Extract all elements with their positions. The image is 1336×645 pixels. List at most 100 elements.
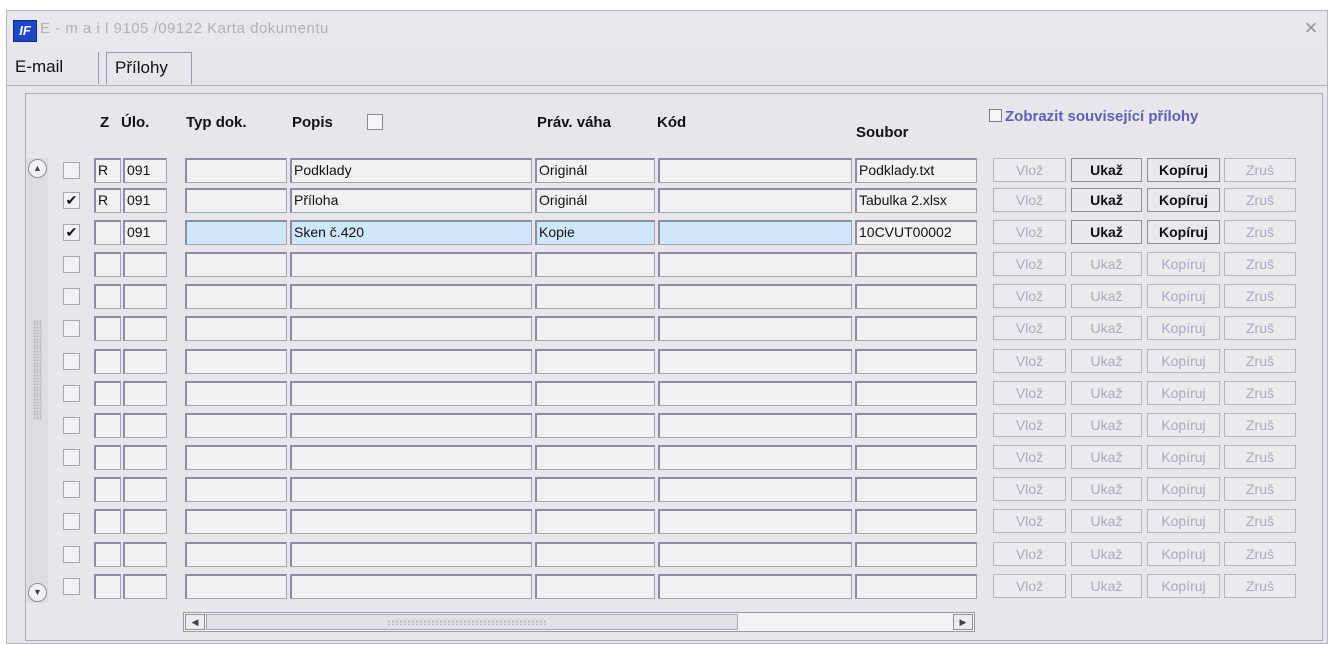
vloz-button[interactable]: Vlož (993, 477, 1066, 501)
field-z[interactable] (94, 542, 121, 567)
horizontal-scroll-thumb[interactable] (206, 614, 738, 630)
ukaz-button[interactable]: Ukaž (1071, 188, 1142, 212)
field-typ[interactable] (185, 445, 287, 470)
kopiruj-button[interactable]: Kopíruj (1147, 477, 1220, 501)
field-ulo[interactable]: 091 (123, 158, 167, 183)
row-checkbox[interactable] (63, 385, 80, 402)
field-typ[interactable] (185, 252, 287, 277)
ukaz-button[interactable]: Ukaž (1071, 284, 1142, 308)
field-ulo[interactable] (123, 252, 167, 277)
field-typ[interactable] (185, 509, 287, 534)
ukaz-button[interactable]: Ukaž (1071, 445, 1142, 469)
ukaz-button[interactable]: Ukaž (1071, 316, 1142, 340)
field-ulo[interactable] (123, 477, 167, 502)
ukaz-button[interactable]: Ukaž (1071, 220, 1142, 244)
field-popis[interactable] (290, 509, 532, 534)
field-typ[interactable] (185, 574, 287, 599)
field-z[interactable] (94, 316, 121, 341)
field-kod[interactable] (658, 542, 852, 567)
field-z[interactable] (94, 509, 121, 534)
kopiruj-button[interactable]: Kopíruj (1147, 445, 1220, 469)
scroll-left-icon[interactable]: ◀ (185, 614, 205, 630)
field-soubor[interactable] (855, 284, 977, 309)
row-checkbox[interactable] (63, 417, 80, 434)
related-attachments-checkbox[interactable] (989, 109, 1002, 122)
field-z[interactable]: R (94, 158, 121, 183)
row-checkbox[interactable] (63, 546, 80, 563)
ukaz-button[interactable]: Ukaž (1071, 413, 1142, 437)
field-soubor[interactable]: 10CVUT00002 (855, 220, 977, 245)
row-checkbox[interactable] (63, 162, 80, 179)
row-checkbox[interactable] (63, 320, 80, 337)
vloz-button[interactable]: Vlož (993, 445, 1066, 469)
field-popis[interactable] (290, 413, 532, 438)
vloz-button[interactable]: Vlož (993, 220, 1066, 244)
field-ulo[interactable] (123, 316, 167, 341)
field-prav[interactable] (535, 574, 655, 599)
kopiruj-button[interactable]: Kopíruj (1147, 188, 1220, 212)
field-kod[interactable] (658, 188, 852, 213)
zrus-button[interactable]: Zruš (1224, 445, 1296, 469)
ukaz-button[interactable]: Ukaž (1071, 477, 1142, 501)
field-soubor[interactable] (855, 542, 977, 567)
row-checkbox[interactable] (63, 513, 80, 530)
zrus-button[interactable]: Zruš (1224, 349, 1296, 373)
row-checkbox[interactable] (63, 578, 80, 595)
zrus-button[interactable]: Zruš (1224, 413, 1296, 437)
field-ulo[interactable] (123, 574, 167, 599)
field-prav[interactable]: Originál (535, 188, 655, 213)
close-icon[interactable]: × (1299, 16, 1323, 40)
field-popis[interactable] (290, 349, 532, 374)
kopiruj-button[interactable]: Kopíruj (1147, 574, 1220, 598)
kopiruj-button[interactable]: Kopíruj (1147, 220, 1220, 244)
vloz-button[interactable]: Vlož (993, 284, 1066, 308)
ukaz-button[interactable]: Ukaž (1071, 349, 1142, 373)
vloz-button[interactable]: Vlož (993, 188, 1066, 212)
field-popis[interactable] (290, 316, 532, 341)
field-popis[interactable] (290, 574, 532, 599)
ukaz-button[interactable]: Ukaž (1071, 542, 1142, 566)
vloz-button[interactable]: Vlož (993, 252, 1066, 276)
zrus-button[interactable]: Zruš (1224, 542, 1296, 566)
tab-prilohy[interactable]: Přílohy (106, 52, 192, 85)
field-popis[interactable]: Podklady (290, 158, 532, 183)
kopiruj-button[interactable]: Kopíruj (1147, 381, 1220, 405)
field-soubor[interactable] (855, 252, 977, 277)
field-typ[interactable] (185, 158, 287, 183)
field-prav[interactable] (535, 349, 655, 374)
field-ulo[interactable]: 091 (123, 188, 167, 213)
field-prav[interactable] (535, 252, 655, 277)
horizontal-scrollbar[interactable]: ◀ ▶ (183, 612, 975, 632)
field-typ[interactable] (185, 477, 287, 502)
vloz-button[interactable]: Vlož (993, 349, 1066, 373)
kopiruj-button[interactable]: Kopíruj (1147, 252, 1220, 276)
field-soubor[interactable] (855, 381, 977, 406)
field-prav[interactable] (535, 413, 655, 438)
zrus-button[interactable]: Zruš (1224, 284, 1296, 308)
field-kod[interactable] (658, 158, 852, 183)
field-typ[interactable] (185, 381, 287, 406)
ukaz-button[interactable]: Ukaž (1071, 574, 1142, 598)
field-ulo[interactable] (123, 413, 167, 438)
ukaz-button[interactable]: Ukaž (1071, 252, 1142, 276)
field-z[interactable] (94, 349, 121, 374)
field-z[interactable] (94, 445, 121, 470)
row-checkbox[interactable] (63, 449, 80, 466)
field-kod[interactable] (658, 284, 852, 309)
vloz-button[interactable]: Vlož (993, 413, 1066, 437)
vloz-button[interactable]: Vlož (993, 574, 1066, 598)
zrus-button[interactable]: Zruš (1224, 509, 1296, 533)
popis-header-checkbox[interactable] (367, 114, 383, 130)
field-popis[interactable]: Sken č.420 (290, 220, 532, 245)
field-soubor[interactable]: Podklady.txt (855, 158, 977, 183)
field-ulo[interactable] (123, 542, 167, 567)
row-checkbox[interactable] (63, 353, 80, 370)
field-typ[interactable] (185, 188, 287, 213)
vloz-button[interactable]: Vlož (993, 509, 1066, 533)
field-popis[interactable] (290, 445, 532, 470)
field-kod[interactable] (658, 509, 852, 534)
field-typ[interactable] (185, 542, 287, 567)
field-soubor[interactable] (855, 316, 977, 341)
zrus-button[interactable]: Zruš (1224, 574, 1296, 598)
vloz-button[interactable]: Vlož (993, 316, 1066, 340)
